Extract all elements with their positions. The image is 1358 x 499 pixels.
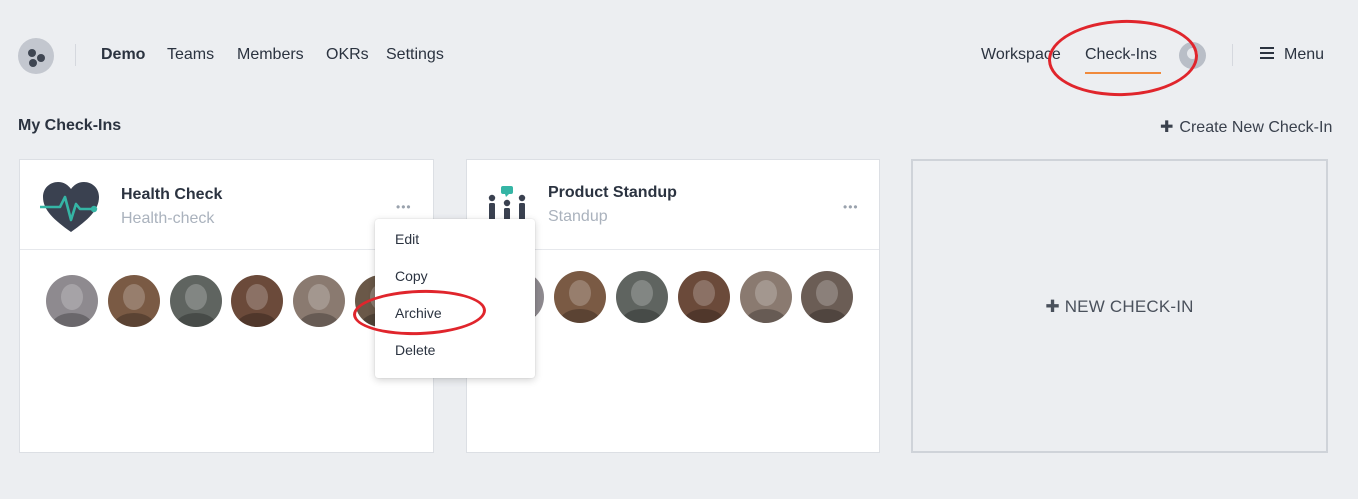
top-navigation: Demo Teams Members OKRs Settings Workspa… xyxy=(0,0,1358,110)
nav-checkins[interactable]: Check-Ins xyxy=(1085,46,1162,74)
avatar[interactable] xyxy=(740,271,792,323)
checkin-card-health[interactable]: Health Check Health-check ••• xyxy=(19,159,434,453)
avatar[interactable] xyxy=(801,271,853,323)
nav-okrs[interactable]: OKRs xyxy=(326,46,369,64)
card-subtitle: Standup xyxy=(548,208,608,225)
card-subtitle: Health-check xyxy=(121,210,215,227)
avatar[interactable] xyxy=(46,275,98,327)
plus-icon: ✚ xyxy=(1160,119,1174,136)
hamburger-icon xyxy=(1260,47,1274,60)
avatar[interactable] xyxy=(108,275,160,327)
avatar[interactable] xyxy=(678,271,730,323)
menu-button[interactable]: Menu xyxy=(1260,46,1324,64)
avatar[interactable] xyxy=(231,275,283,327)
app-logo[interactable] xyxy=(18,38,54,74)
nav-brand-demo[interactable]: Demo xyxy=(101,46,145,64)
avatar[interactable] xyxy=(554,271,606,323)
menu-item-edit[interactable]: Edit xyxy=(395,231,419,247)
team-people-icon xyxy=(488,186,526,220)
nav-teams[interactable]: Teams xyxy=(167,46,214,64)
user-avatar[interactable] xyxy=(1179,42,1206,69)
menu-label: Menu xyxy=(1284,46,1325,63)
menu-item-delete[interactable]: Delete xyxy=(395,342,435,358)
nav-members[interactable]: Members xyxy=(237,46,304,64)
card-title: Health Check xyxy=(121,186,223,203)
more-options-icon[interactable]: ••• xyxy=(396,201,412,213)
menu-item-copy[interactable]: Copy xyxy=(395,268,428,284)
new-checkin-card[interactable]: ✚ NEW CHECK-IN xyxy=(911,159,1328,453)
divider xyxy=(75,44,76,66)
divider xyxy=(1232,44,1233,66)
menu-item-archive[interactable]: Archive xyxy=(395,305,442,321)
nav-workspace[interactable]: Workspace xyxy=(981,46,1061,64)
plus-icon: ✚ xyxy=(1045,297,1060,316)
more-options-icon[interactable]: ••• xyxy=(843,201,859,213)
nav-settings[interactable]: Settings xyxy=(386,46,444,64)
avatar[interactable] xyxy=(293,275,345,327)
new-checkin-label: ✚ NEW CHECK-IN xyxy=(913,297,1326,317)
card-title: Product Standup xyxy=(548,184,677,201)
create-checkin-link[interactable]: ✚ Create New Check-In xyxy=(1160,117,1332,137)
card-options-dropdown: Edit Copy Archive Delete xyxy=(375,219,535,378)
create-checkin-label: Create New Check-In xyxy=(1179,119,1333,136)
section-title: My Check-Ins xyxy=(18,117,122,134)
new-checkin-text: NEW CHECK-IN xyxy=(1064,297,1194,316)
heart-pulse-icon xyxy=(40,182,99,232)
avatar[interactable] xyxy=(170,275,222,327)
avatar[interactable] xyxy=(616,271,668,323)
card-header: Health Check Health-check ••• xyxy=(20,160,433,250)
